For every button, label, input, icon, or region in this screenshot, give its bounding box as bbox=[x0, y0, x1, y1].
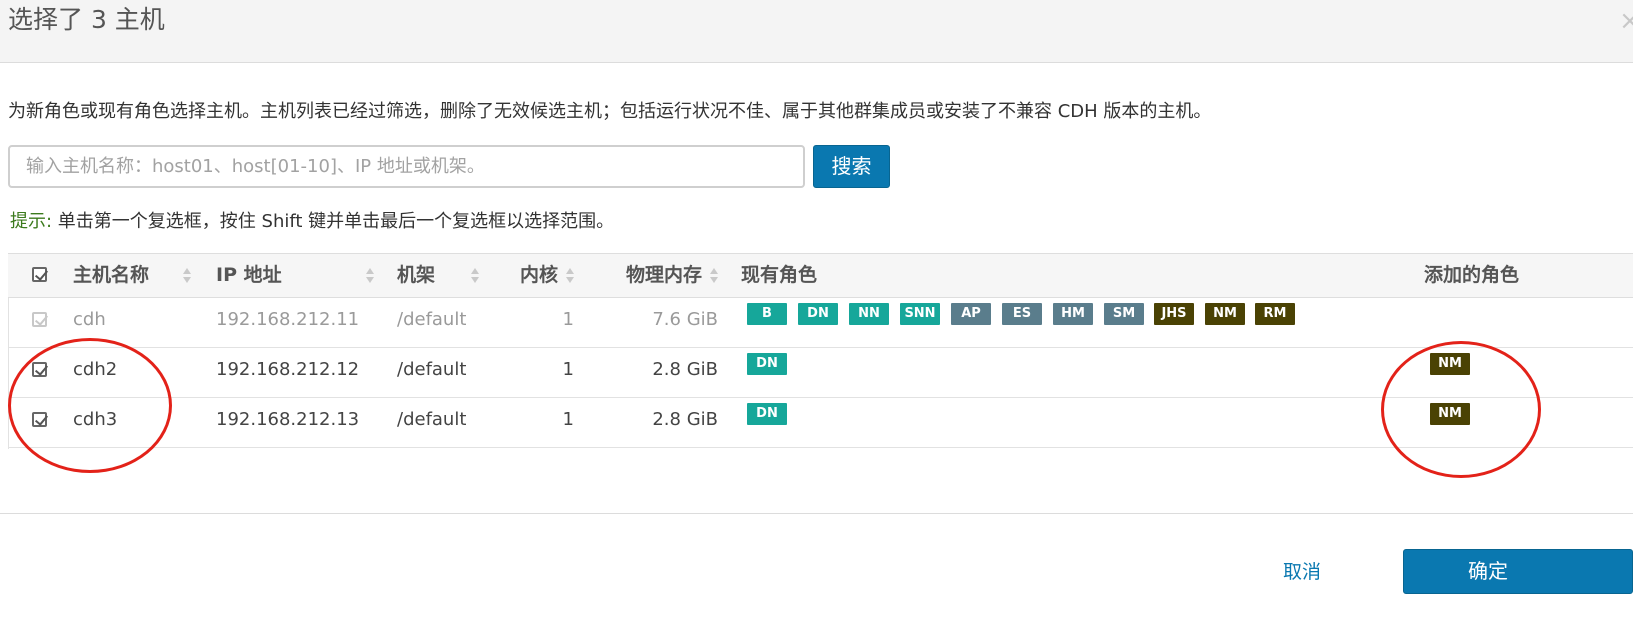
cancel-button[interactable]: 取消 bbox=[1283, 556, 1321, 588]
cores-cell: 1 bbox=[562, 359, 574, 380]
column-existing-roles: 现有角色 bbox=[741, 264, 818, 286]
role-badge-nn: NN bbox=[849, 303, 889, 325]
modal-description: 为新角色或现有角色选择主机。主机列表已经过筛选，删除了无效候选主机；包括运行状况… bbox=[8, 101, 1212, 122]
footer-divider bbox=[0, 513, 1633, 514]
rack-cell: /default bbox=[397, 409, 467, 430]
row-checkbox bbox=[32, 312, 47, 327]
modal-header: 选择了 3 主机 × bbox=[0, 0, 1633, 63]
column-memory[interactable]: 物理内存 bbox=[588, 254, 702, 297]
column-cores[interactable]: 内核 bbox=[488, 254, 558, 297]
memory-cell: 2.8 GiB bbox=[652, 409, 718, 430]
role-badge-rm: RM bbox=[1255, 303, 1295, 325]
cores-cell: 1 bbox=[562, 309, 574, 330]
table-header: 主机名称 IP 地址 机架 内核 物理内存 现有角色 添加的角色 bbox=[8, 253, 1633, 298]
role-badge-dn: DN bbox=[747, 353, 787, 375]
close-icon[interactable]: × bbox=[1619, 6, 1633, 36]
hostname-cell: cdh bbox=[73, 309, 106, 330]
rack-cell: /default bbox=[397, 309, 467, 330]
sort-rack-icon[interactable] bbox=[471, 267, 479, 285]
role-badge-hm: HM bbox=[1053, 303, 1093, 325]
memory-cell: 2.8 GiB bbox=[652, 359, 718, 380]
ip-cell: 192.168.212.11 bbox=[216, 309, 360, 330]
role-badge-dn: DN bbox=[747, 403, 787, 425]
role-badge-nm: NM bbox=[1205, 303, 1245, 325]
ip-cell: 192.168.212.12 bbox=[216, 359, 360, 380]
role-badge-jhs: JHS bbox=[1154, 303, 1194, 325]
host-search-input[interactable] bbox=[8, 145, 805, 188]
modal-title: 选择了 3 主机 bbox=[8, 5, 165, 34]
sort-hostname-icon[interactable] bbox=[183, 267, 191, 285]
role-badge-es: ES bbox=[1002, 303, 1042, 325]
role-badge-dn: DN bbox=[798, 303, 838, 325]
role-badge-b: B bbox=[747, 303, 787, 325]
confirm-button[interactable]: 确定 bbox=[1403, 549, 1633, 594]
column-added-roles: 添加的角色 bbox=[1424, 264, 1520, 286]
annotation-circle-hosts bbox=[8, 338, 172, 473]
table-row: cdh 192.168.212.11 /default 1 7.6 GiB B … bbox=[8, 298, 1633, 348]
cores-cell: 1 bbox=[562, 409, 574, 430]
rack-cell: /default bbox=[397, 359, 467, 380]
sort-memory-icon[interactable] bbox=[710, 267, 718, 285]
column-hostname[interactable]: 主机名称 bbox=[73, 254, 149, 297]
annotation-circle-added-roles bbox=[1381, 341, 1541, 478]
sort-cores-icon[interactable] bbox=[566, 267, 574, 285]
sort-ip-icon[interactable] bbox=[366, 267, 374, 285]
role-badge-snn: SNN bbox=[900, 303, 940, 325]
column-ip[interactable]: IP 地址 bbox=[216, 254, 282, 297]
hint-message: 单击第一个复选框，按住 Shift 键并单击最后一个复选框以选择范围。 bbox=[52, 211, 615, 232]
column-rack[interactable]: 机架 bbox=[397, 254, 435, 297]
role-badge-ap: AP bbox=[951, 303, 991, 325]
select-all-checkbox[interactable] bbox=[32, 267, 47, 282]
ip-cell: 192.168.212.13 bbox=[216, 409, 360, 430]
hint-text: 提示: 单击第一个复选框，按住 Shift 键并单击最后一个复选框以选择范围。 bbox=[10, 208, 614, 236]
hint-label: 提示: bbox=[10, 211, 53, 232]
role-badge-sm: SM bbox=[1104, 303, 1144, 325]
search-button[interactable]: 搜索 bbox=[813, 145, 890, 188]
memory-cell: 7.6 GiB bbox=[652, 309, 718, 330]
